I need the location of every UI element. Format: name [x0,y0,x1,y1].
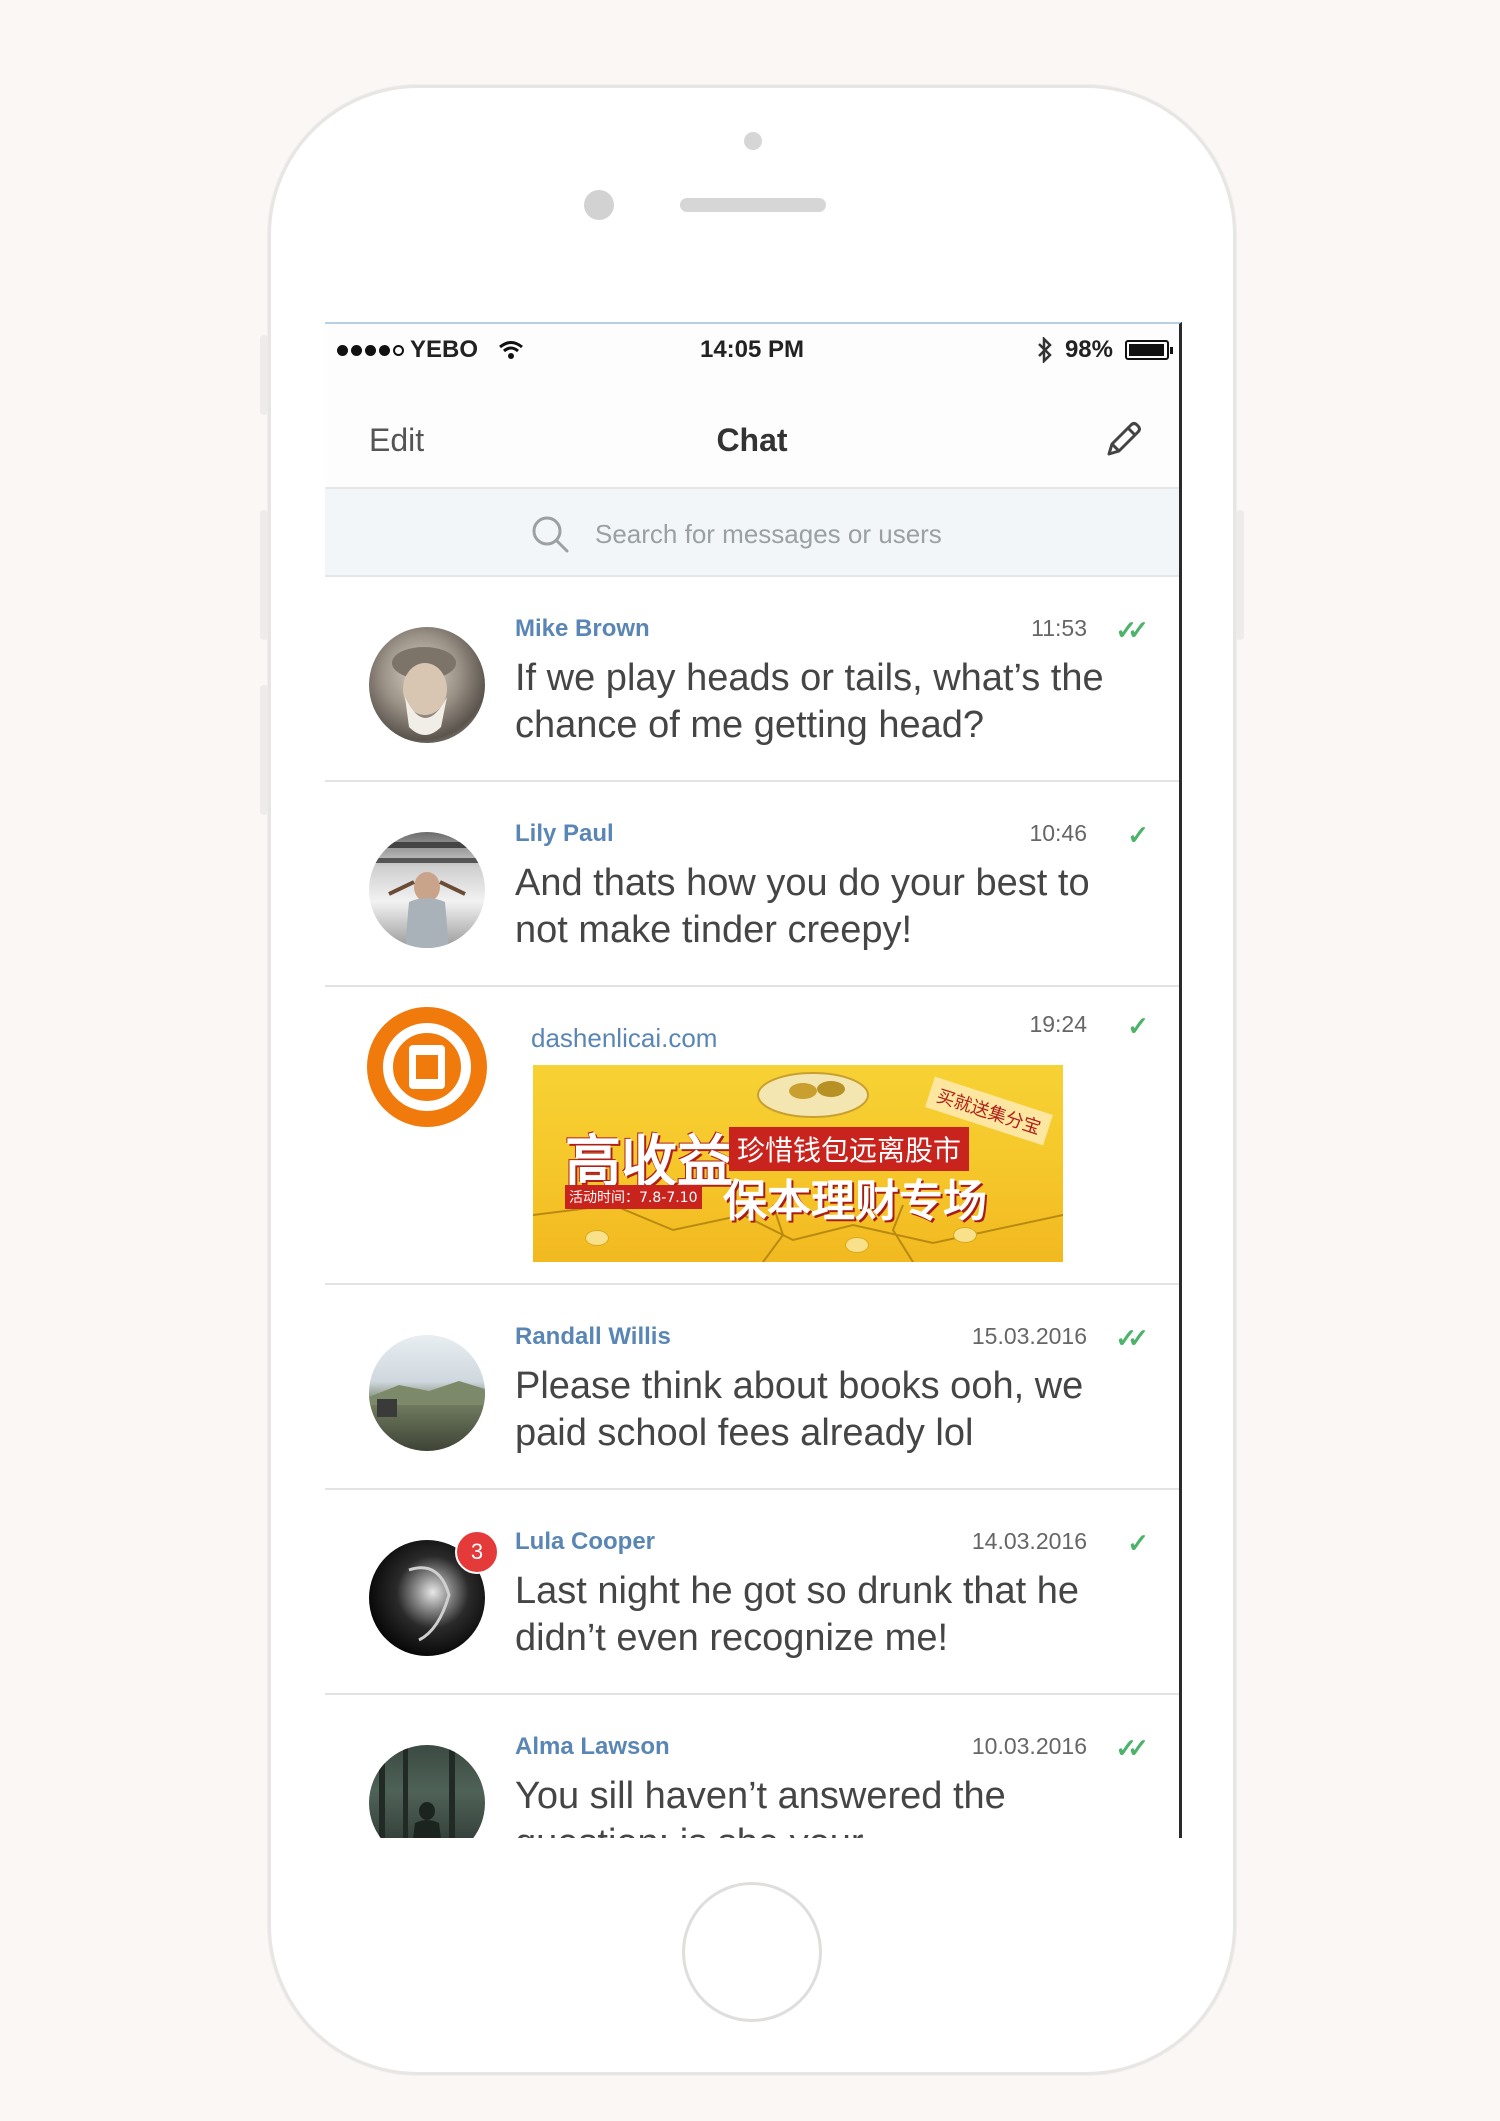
mute-switch [260,335,268,415]
advertiser-domain[interactable]: dashenlicai.com [531,1023,717,1054]
sponsored-row[interactable]: dashenlicai.com 19:24 ✓ 高收益 珍惜钱包远离股市 保本理… [325,987,1179,1285]
status-bar: YEBO 14:05 PM 98% [325,324,1179,374]
sender-name: Mike Brown [515,615,650,642]
advertiser-logo [367,1007,487,1127]
message-preview: If we play heads or tails, what’s the ch… [515,657,1104,746]
check-icon: ✓ [1127,1528,1149,1558]
front-sensor [744,132,762,150]
chat-list: Mike Brown 11:53 ✓✓ If we play heads or … [325,577,1179,1838]
avatar [369,832,485,948]
front-camera [584,190,614,220]
chat-row[interactable]: Lily Paul 10:46 ✓ And thats how you do y… [325,782,1179,987]
battery-icon [1125,340,1173,360]
check-icon: ✓ [1127,1011,1149,1041]
ad-headline-main: 保本理财专场 [723,1176,987,1227]
pencil-icon[interactable] [1101,418,1145,462]
message-time: 11:53 [1031,615,1087,641]
avatar [369,1745,485,1838]
sender-name: Randall Willis [515,1323,671,1350]
message-preview: You sill haven’t answered the question: … [515,1775,1006,1838]
double-check-icon: ✓✓ [1115,615,1148,645]
message-time: 10.03.2016 [971,1733,1087,1759]
home-button[interactable] [682,1882,822,2022]
volume-down-button [260,685,268,815]
sender-name: Alma Lawson [515,1733,670,1760]
sender-name: Lily Paul [515,820,614,847]
bluetooth-icon [1038,337,1052,363]
earpiece-speaker [680,198,826,212]
message-time: 19:24 [1029,1011,1087,1037]
chat-row[interactable]: Randall Willis 15.03.2016 ✓✓ Please thin… [325,1285,1179,1490]
search-bar[interactable]: Search for messages or users [325,489,1179,577]
page-title: Chat [716,422,788,458]
phone-screen: YEBO 14:05 PM 98% Edit Chat Search for m… [325,322,1182,1838]
ad-date-text: 活动时间：7.8-7.10 [565,1185,702,1209]
chat-row[interactable]: 3 Lula Cooper 14.03.2016 ✓ Last night he… [325,1490,1179,1695]
sender-name: Lula Cooper [515,1528,656,1555]
search-placeholder: Search for messages or users [595,519,942,549]
avatar [369,1335,485,1451]
unread-count-badge: 3 [455,1530,499,1574]
ad-banner[interactable]: 高收益 珍惜钱包远离股市 保本理财专场 活动时间：7.8-7.10 买就送集分宝 [533,1065,1063,1262]
message-time: 10:46 [1029,820,1087,846]
double-check-icon: ✓✓ [1115,1733,1148,1763]
navigation-bar: Edit Chat [325,374,1179,489]
battery-percent: 98% [1064,336,1113,363]
message-time: 14.03.2016 [971,1528,1087,1554]
avatar [369,627,485,743]
power-button [1236,510,1244,640]
chat-row[interactable]: Alma Lawson 10.03.2016 ✓✓ You sill haven… [325,1695,1179,1838]
message-preview: Last night he got so drunk that he didn’… [515,1570,1080,1659]
check-icon: ✓ [1127,820,1149,850]
message-preview: Please think about books ooh, we paid sc… [515,1365,1084,1454]
chat-row[interactable]: Mike Brown 11:53 ✓✓ If we play heads or … [325,577,1179,782]
search-icon [532,516,569,553]
message-preview: And thats how you do your best to not ma… [515,862,1090,951]
message-time: 15.03.2016 [971,1323,1087,1349]
volume-up-button [260,510,268,640]
double-check-icon: ✓✓ [1115,1323,1148,1353]
